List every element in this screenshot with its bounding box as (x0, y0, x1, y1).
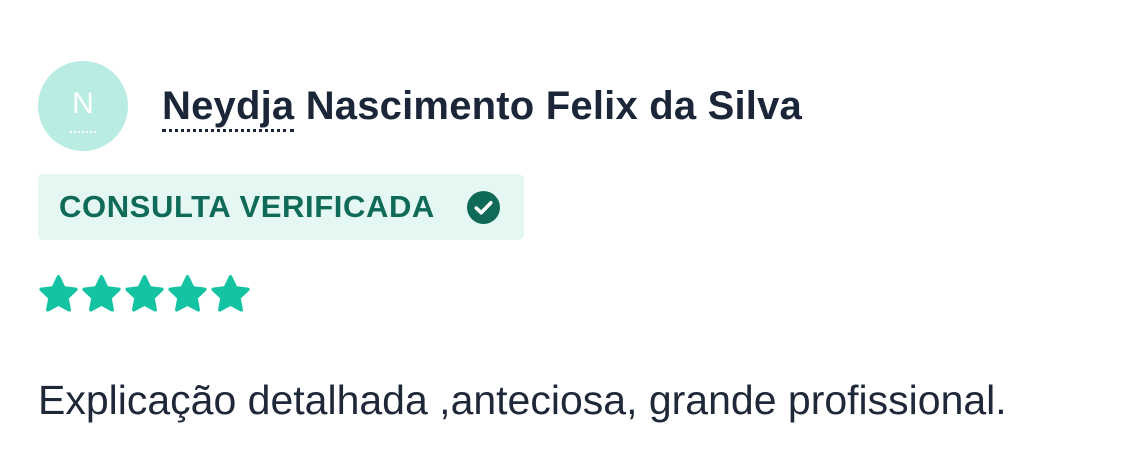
star-rating (38, 274, 1118, 315)
review-card: N Neydja Nascimento Felix da Silva CONSU… (38, 60, 1118, 425)
verified-label: CONSULTA VERIFICADA (59, 189, 435, 224)
author-name-rest: Nascimento Felix da Silva (294, 84, 802, 128)
star-icon (82, 275, 121, 312)
avatar: N (38, 61, 128, 151)
author-name-first[interactable]: Neydja (162, 84, 295, 132)
verified-badge: CONSULTA VERIFICADA (38, 174, 524, 240)
star-icon (125, 275, 164, 312)
check-circle-icon (466, 190, 500, 224)
star-icon (168, 275, 207, 312)
star-icon (211, 275, 250, 312)
author-name[interactable]: Neydja Nascimento Felix da Silva (162, 82, 802, 132)
star-icon (39, 275, 78, 312)
review-header: N Neydja Nascimento Felix da Silva (38, 60, 1118, 152)
review-comment: Explicação detalhada ,anteciosa, grande … (38, 377, 1007, 423)
avatar-dots (70, 131, 96, 133)
avatar-initial: N (72, 87, 94, 120)
